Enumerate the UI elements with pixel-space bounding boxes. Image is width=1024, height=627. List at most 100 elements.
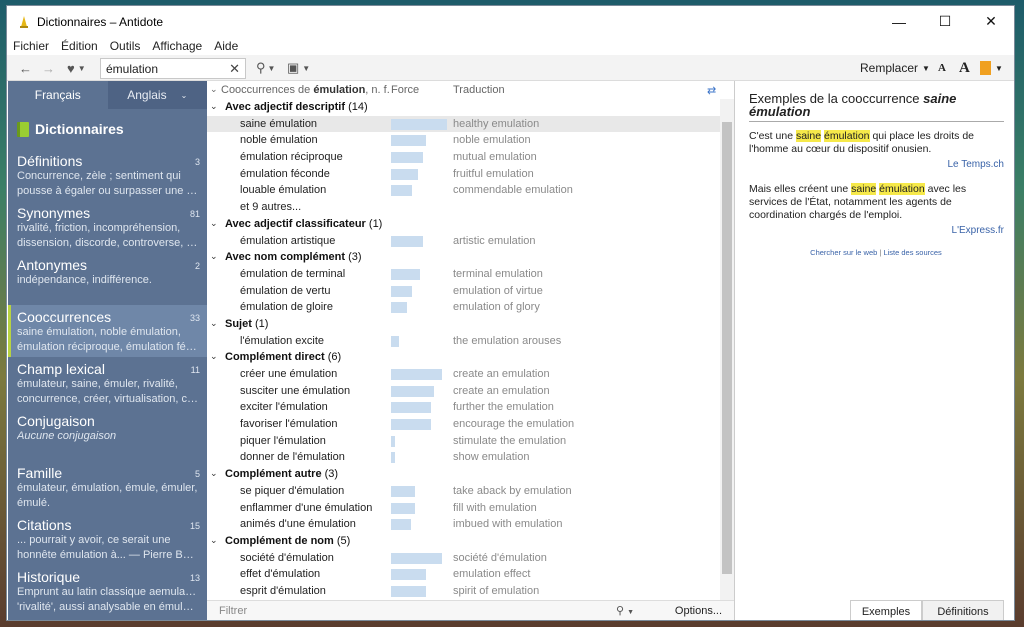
back-arrow-icon[interactable]: ← bbox=[19, 59, 32, 77]
window-title: Dictionnaires – Antidote bbox=[37, 14, 164, 29]
translation: encourage the emulation bbox=[453, 418, 575, 431]
forward-arrow-icon[interactable]: → bbox=[42, 59, 55, 77]
cooccurrence-row[interactable]: saine émulation healthy emulation bbox=[207, 115, 721, 133]
sidebar-item-desc: indépendance, indifférence. bbox=[17, 274, 152, 286]
sidebar-item-count: 2 bbox=[194, 261, 200, 271]
cooccurrence-row[interactable]: effet d'émulation emulation effect bbox=[207, 566, 721, 583]
group-count: (3) bbox=[348, 251, 362, 264]
cooccurrence-row[interactable]: piquer l'émulation stimulate the emulatio… bbox=[207, 433, 721, 450]
translation: noble emulation bbox=[453, 134, 531, 147]
group-header[interactable]: ⌄ Avec adjectif classificateur (1) bbox=[207, 216, 721, 233]
cooccurrence-row[interactable]: favoriser l'émulation encourage the emula… bbox=[207, 416, 721, 433]
sidebar-item-definitions[interactable]: Définitions 3 Concurrence, zèle ; sentimen… bbox=[8, 149, 207, 201]
menu-fichier[interactable]: Fichier bbox=[13, 39, 49, 53]
chevron-down-icon[interactable]: ⌄ bbox=[210, 218, 218, 229]
example-1-source[interactable]: Le Temps.ch bbox=[947, 159, 1004, 170]
font-larger-button[interactable]: A bbox=[959, 59, 970, 77]
collapse-all-icon[interactable]: ⌄ bbox=[210, 84, 218, 95]
menu-outils[interactable]: Outils bbox=[110, 39, 141, 53]
sidebar-item-conjugaison[interactable]: Conjugaison Aucune conjugaison bbox=[8, 409, 207, 461]
cooccurrences-panel: ⌄ Cooccurrences de émulation, n. f. Forc… bbox=[207, 81, 735, 620]
translation: fill with emulation bbox=[453, 501, 537, 514]
sidebar-item-cooccurrences[interactable]: Cooccurrences 33 saine émulation, noble ém… bbox=[8, 305, 207, 357]
tab-definitions[interactable]: Définitions bbox=[922, 600, 1004, 620]
tab-anglais[interactable]: Anglais ⌄ bbox=[107, 81, 207, 109]
favorites-heart-icon[interactable]: ♥ ▼ bbox=[67, 59, 86, 77]
cooccurrence-row[interactable]: donner de l'émulation show emulation bbox=[207, 449, 721, 466]
example-2-source[interactable]: L'Express.fr bbox=[952, 225, 1004, 236]
tab-exemples[interactable]: Exemples bbox=[850, 600, 922, 620]
cooccurrence-row[interactable]: émulation de vertu emulation of virtue bbox=[207, 283, 721, 300]
group-header[interactable]: ⌄ Avec nom complément (3) bbox=[207, 249, 721, 266]
chevron-down-icon[interactable]: ⌄ bbox=[210, 101, 218, 112]
menu-affichage[interactable]: Affichage bbox=[152, 39, 202, 53]
cooccurrence-row[interactable]: se piquer d'émulation take aback by emula… bbox=[207, 483, 721, 500]
cooccurrence-row[interactable]: créer une émulation create an emulation bbox=[207, 366, 721, 383]
group-header[interactable]: ⌄ Complément autre (3) bbox=[207, 466, 721, 483]
search-web-link[interactable]: Chercher sur le web bbox=[810, 248, 877, 257]
translation-column-header[interactable]: Traduction bbox=[453, 84, 505, 96]
chevron-down-icon[interactable]: ⌄ bbox=[210, 468, 218, 479]
cooccurrence-row[interactable]: émulation féconde fruitful emulation bbox=[207, 166, 721, 183]
cooccurrence-term: piquer l'émulation bbox=[240, 434, 326, 447]
sidebar-item-desc-2: honnête émulation à... — Pierre Bayle bbox=[17, 549, 199, 561]
sidebar-item-champ-lexical[interactable]: Champ lexical 11 émulateur, saine, émuler,… bbox=[8, 357, 207, 409]
clear-search-icon[interactable]: ✕ bbox=[229, 61, 240, 77]
search-value: émulation bbox=[106, 62, 159, 76]
force-bar bbox=[391, 485, 415, 497]
force-bar bbox=[391, 435, 395, 447]
vertical-scrollbar[interactable] bbox=[720, 99, 734, 601]
force-bar bbox=[391, 118, 447, 130]
cooccurrence-row[interactable]: susciter une émulation create an emulatio… bbox=[207, 383, 721, 400]
cooccurrence-row[interactable]: émulation réciproque mutual emulation bbox=[207, 149, 721, 166]
cooccurrence-row[interactable]: animés d'une émulation imbued with emulat… bbox=[207, 516, 721, 533]
sidebar-item-label: Synonymes bbox=[17, 205, 91, 221]
sidebar-item-historique[interactable]: Historique 13 Emprunt au latin classique a… bbox=[8, 565, 207, 617]
cooccurrence-row[interactable]: l'émulation excite the emulation arouses bbox=[207, 333, 721, 350]
group-header[interactable]: ⌄ Avec adjectif descriptif (14) bbox=[207, 99, 721, 116]
group-header[interactable]: ⌄ Complément direct (6) bbox=[207, 349, 721, 366]
font-smaller-button[interactable]: A bbox=[938, 59, 946, 77]
chevron-down-icon[interactable]: ⌄ bbox=[210, 251, 218, 262]
sidebar-item-antonymes[interactable]: Antonymes 2 indépendance, indifférence. bbox=[8, 253, 207, 305]
search-input[interactable]: émulation ✕ bbox=[100, 58, 246, 79]
force-bar bbox=[391, 452, 395, 464]
cooccurrence-row[interactable]: société d'émulation société d'émulation bbox=[207, 550, 721, 567]
swap-icon[interactable]: ⇄ bbox=[707, 84, 716, 97]
group-header[interactable]: ⌄ Complément de nom (5) bbox=[207, 533, 721, 550]
tab-francais[interactable]: Français bbox=[8, 81, 108, 109]
highlight-color-button[interactable]: ▼ bbox=[980, 59, 1003, 77]
chevron-down-icon[interactable]: ⌄ bbox=[210, 535, 218, 546]
filter-input[interactable]: Filtrer bbox=[219, 605, 247, 617]
sidebar-item-famille[interactable]: Famille 5 émulateur, émulation, émule, ému… bbox=[8, 461, 207, 513]
cooccurrence-row[interactable]: enflammer d'une émulation fill with emula… bbox=[207, 500, 721, 517]
sidebar-item-label: Famille bbox=[17, 465, 63, 481]
cooccurrence-row[interactable]: louable émulation commendable emulation bbox=[207, 182, 721, 199]
sources-list-link[interactable]: Liste des sources bbox=[883, 248, 941, 257]
sidebar-item-citations[interactable]: Citations 15 ... pourrait y avoir, ce sera… bbox=[8, 513, 207, 565]
cooccurrence-row[interactable]: émulation de gloire emulation of glory bbox=[207, 299, 721, 316]
minimize-button[interactable]: — bbox=[876, 6, 922, 37]
force-column-header[interactable]: Force bbox=[391, 84, 419, 96]
cooccurrence-row[interactable]: émulation artistique artistic emulation bbox=[207, 233, 721, 250]
zoom-search-icon[interactable]: ⚲ ▼ bbox=[256, 59, 275, 77]
sidebar-item-synonymes[interactable]: Synonymes 81 rivalité, friction, incompréh… bbox=[8, 201, 207, 253]
options-button[interactable]: Options... bbox=[675, 605, 722, 617]
menu-aide[interactable]: Aide bbox=[214, 39, 238, 53]
scrollbar-thumb[interactable] bbox=[722, 122, 732, 574]
chevron-down-icon[interactable]: ⌄ bbox=[210, 351, 218, 362]
trash-icon[interactable]: ▣ ▼ bbox=[287, 59, 310, 77]
chevron-down-icon[interactable]: ⌄ bbox=[210, 318, 218, 329]
sidebar-item-label: Conjugaison bbox=[17, 413, 95, 429]
more-items-link[interactable]: et 9 autres... bbox=[207, 199, 721, 216]
replace-button[interactable]: Remplacer ▼ bbox=[860, 59, 930, 77]
maximize-button[interactable]: ☐ bbox=[922, 6, 968, 37]
cooccurrence-row[interactable]: exciter l'émulation further the emulation bbox=[207, 399, 721, 416]
close-button[interactable]: ✕ bbox=[968, 6, 1014, 37]
cooccurrence-row[interactable]: noble émulation noble emulation bbox=[207, 132, 721, 149]
group-header[interactable]: ⌄ Sujet (1) bbox=[207, 316, 721, 333]
cooccurrence-row[interactable]: esprit d'émulation spirit of emulation bbox=[207, 583, 721, 600]
filter-search-icon[interactable]: ⚲ ▼ bbox=[616, 604, 634, 617]
cooccurrence-row[interactable]: émulation de terminal terminal emulation bbox=[207, 266, 721, 283]
menu-edition[interactable]: Édition bbox=[61, 39, 98, 53]
